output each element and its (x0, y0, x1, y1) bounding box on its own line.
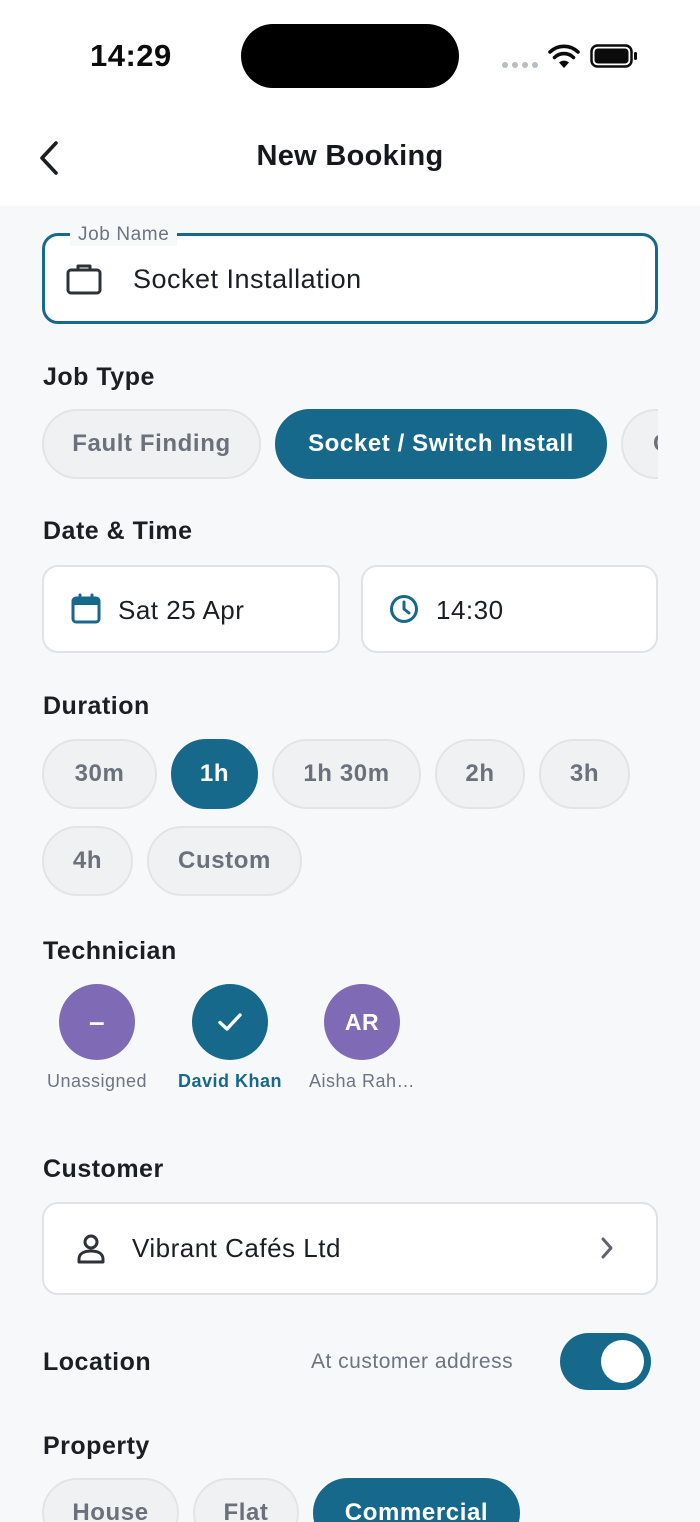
customer-heading: Customer (43, 1155, 164, 1183)
time-value: 14:30 (436, 595, 504, 625)
technician-label-aisha: Aisha Rah… (308, 1071, 416, 1091)
calendar-icon (71, 593, 101, 624)
date-value: Sat 25 Apr (118, 595, 245, 625)
dash-icon: – (88, 1006, 106, 1037)
avatar-david-khan[interactable] (192, 984, 268, 1060)
briefcase-icon (66, 264, 102, 295)
duration-chip-3h[interactable]: 3h (539, 739, 630, 809)
check-icon (218, 1013, 242, 1031)
new-booking-screen: 14:29 New Booking Job Name Socket Instal… (0, 0, 700, 1522)
battery-icon (590, 44, 637, 68)
avatar-unassigned[interactable]: – (59, 984, 135, 1060)
dynamic-island (241, 24, 459, 88)
property-chip-flat[interactable]: Flat (193, 1478, 299, 1522)
customer-value: Vibrant Cafés Ltd (132, 1233, 341, 1263)
job-type-chip-partial[interactable]: C (621, 409, 658, 479)
job-type-heading: Job Type (43, 363, 155, 391)
location-note: At customer address (311, 1350, 514, 1373)
property-chip-house[interactable]: House (42, 1478, 179, 1522)
duration-chip-1h[interactable]: 1h (171, 739, 258, 809)
property-chip-commercial[interactable]: Commercial (313, 1478, 520, 1522)
avatar-aisha[interactable]: AR (324, 984, 400, 1060)
location-heading: Location (43, 1348, 152, 1376)
clock-icon (390, 595, 418, 623)
job-name-label: Job Name (70, 224, 178, 246)
duration-chip-custom[interactable]: Custom (147, 826, 302, 896)
page-title: New Booking (256, 140, 444, 172)
chevron-right-icon (601, 1237, 613, 1259)
status-time: 14:29 (90, 38, 172, 73)
job-type-chip-socket-switch-install[interactable]: Socket / Switch Install (275, 409, 607, 479)
duration-chip-2h[interactable]: 2h (435, 739, 525, 809)
job-name-value: Socket Installation (133, 264, 362, 294)
header-area: 14:29 New Booking (0, 0, 700, 206)
technician-label-david-khan: David Khan (177, 1071, 283, 1091)
duration-chip-4h[interactable]: 4h (42, 826, 133, 896)
location-toggle[interactable] (560, 1333, 651, 1390)
wifi-icon (548, 44, 580, 68)
job-type-chip-fault-finding[interactable]: Fault Finding (42, 409, 261, 479)
cellular-signal-icon (502, 62, 538, 68)
toggle-knob (601, 1340, 644, 1383)
duration-chip-30m[interactable]: 30m (42, 739, 157, 809)
duration-heading: Duration (43, 692, 150, 720)
date-time-heading: Date & Time (43, 517, 193, 545)
avatar-initials: AR (344, 1008, 380, 1035)
person-icon (77, 1234, 105, 1264)
property-heading: Property (43, 1432, 150, 1460)
technician-label-unassigned: Unassigned (46, 1071, 148, 1091)
technician-heading: Technician (43, 937, 177, 965)
duration-chip-1h-30m[interactable]: 1h 30m (272, 739, 421, 809)
